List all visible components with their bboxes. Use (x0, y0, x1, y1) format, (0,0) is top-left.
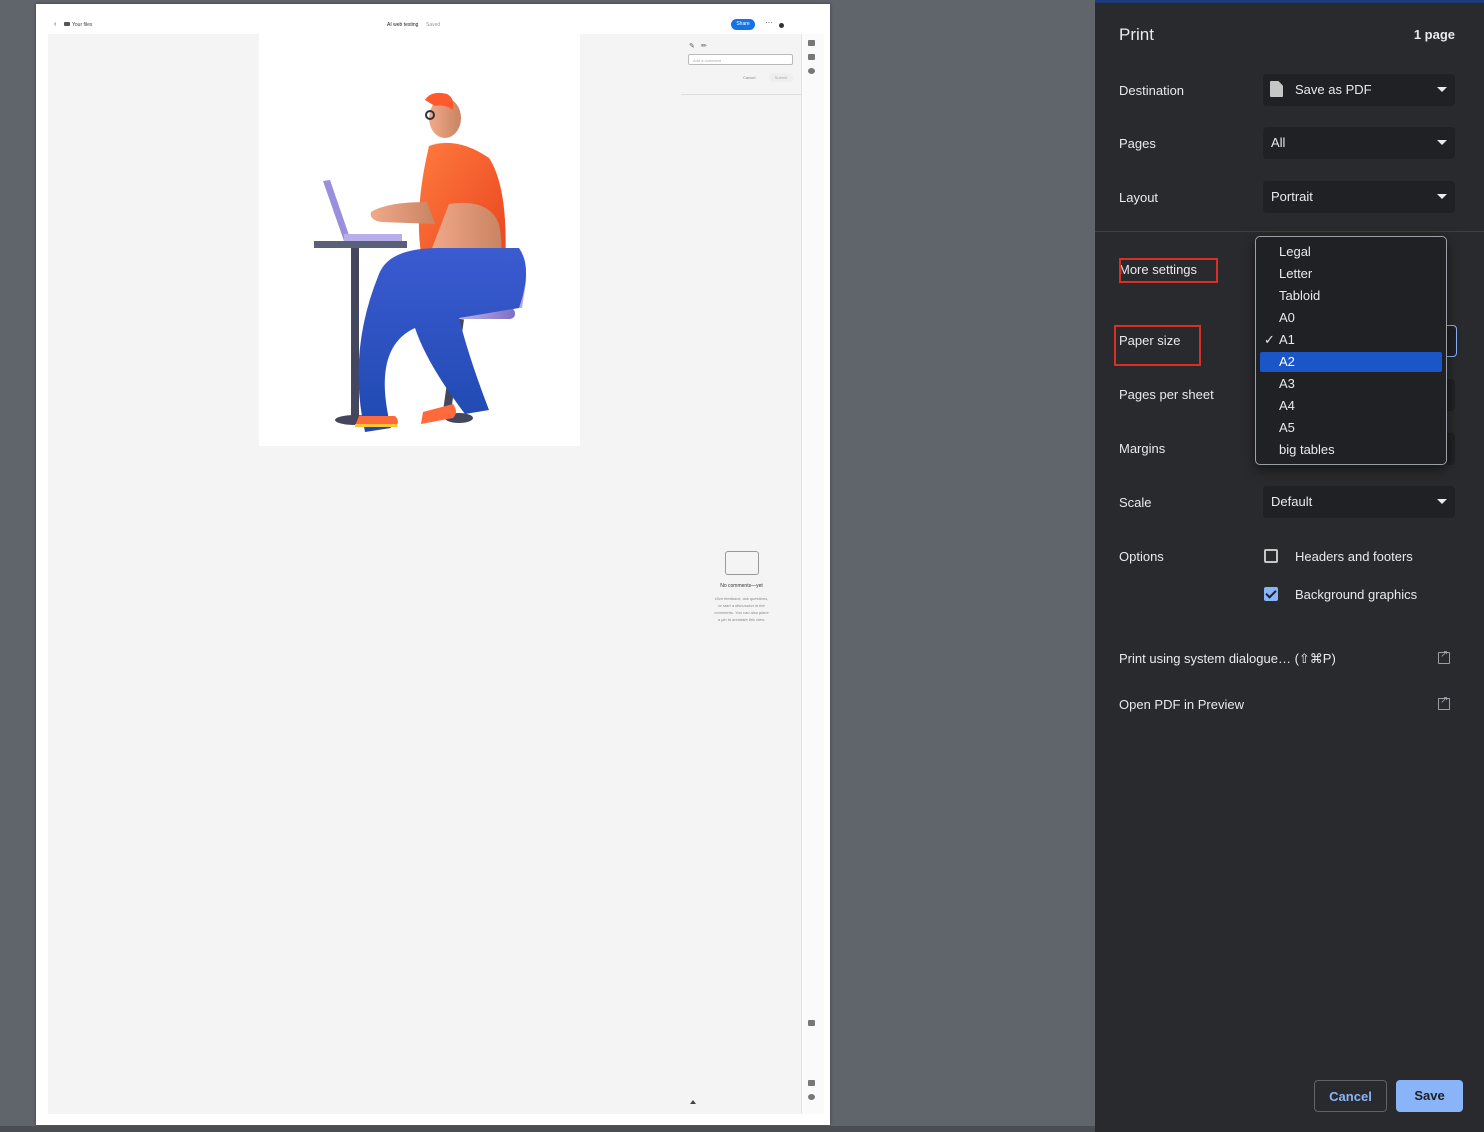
layout-label: Layout (1119, 190, 1159, 205)
pages-per-sheet-label: Pages per sheet (1119, 387, 1214, 402)
open-pdf-link[interactable]: Open PDF in Preview (1119, 697, 1244, 712)
paper-option-label: A1 (1279, 332, 1295, 347)
settings-divider (1095, 231, 1484, 232)
scale-select[interactable]: Default (1263, 486, 1455, 518)
paper-option-label: Tabloid (1279, 288, 1321, 303)
pages-label: Pages (1119, 136, 1156, 151)
paper-option-label: big tables (1279, 442, 1335, 457)
window-bottom-strip (0, 1126, 1095, 1132)
pages-value: All (1271, 135, 1286, 150)
zoom-icon (808, 1094, 815, 1100)
paper-option-label: A2 (1279, 354, 1295, 369)
destination-label: Destination (1119, 83, 1185, 98)
background-graphics-checkbox[interactable] (1264, 587, 1278, 601)
paper-option-a5[interactable]: A5 (1260, 418, 1442, 438)
paper-option-label: A5 (1279, 420, 1295, 435)
info-icon (808, 68, 815, 74)
paper-option-a4[interactable]: A4 (1260, 396, 1442, 416)
person-at-laptop-illustration (314, 92, 527, 432)
paper-option-legal[interactable]: Legal (1260, 242, 1442, 262)
paper-option-label: Letter (1279, 266, 1313, 281)
layout-value: Portrait (1271, 189, 1313, 204)
checkmark-icon: ✓ (1264, 332, 1275, 347)
pen-icon: ✏ (701, 43, 707, 50)
system-dialogue-link[interactable]: Print using system dialogue… (⇧⌘P) (1119, 651, 1336, 667)
panel-top-border (1095, 0, 1484, 3)
folder-icon (64, 22, 70, 26)
pages-select[interactable]: All (1263, 127, 1455, 159)
external-link-icon[interactable] (1438, 649, 1450, 664)
preview-no-comments: No comments—yet Give feedback, ask quest… (714, 551, 769, 623)
comment-icon (808, 40, 815, 46)
fit-icon (808, 1080, 815, 1086)
print-settings-panel: Print 1 page Destination Save as PDF Pag… (1095, 0, 1484, 1132)
paper-option-a3[interactable]: A3 (1260, 374, 1442, 394)
external-link-icon[interactable] (1438, 695, 1450, 710)
paper-option-big-tables[interactable]: big tables (1260, 440, 1442, 460)
paper-option-label: Legal (1279, 244, 1311, 259)
preview-files-link: Your files (72, 22, 93, 28)
preview-autosave-status: Saved (426, 22, 441, 28)
no-comments-title: No comments—yet (720, 583, 763, 589)
no-comments-description: Give feedback, ask questions, or start a… (714, 596, 769, 622)
page-count: 1 page (1413, 27, 1455, 42)
destination-value: Save as PDF (1295, 82, 1372, 97)
preview-comment-submit: Submit (769, 73, 793, 82)
chevron-down-icon (1437, 194, 1447, 199)
paper-option-a0[interactable]: A0 (1260, 308, 1442, 328)
scale-value: Default (1271, 494, 1313, 509)
caret-up-icon (690, 1100, 696, 1104)
scale-label: Scale (1119, 495, 1152, 510)
background-graphics-label[interactable]: Background graphics (1295, 587, 1417, 602)
preview-comments-panel: ✎ ✏ Add a comment Cancel Submit (681, 34, 801, 95)
comments-empty-icon (724, 551, 759, 575)
document-icon (808, 54, 815, 60)
preview-share-button: Share (731, 19, 755, 30)
paper-size-dropdown: Legal Letter Tabloid A0 ✓ A1 A2 A3 A4 A5 … (1255, 236, 1447, 465)
zoom-in-icon (808, 1020, 815, 1026)
paper-option-letter[interactable]: Letter (1260, 264, 1442, 284)
paper-option-label: A3 (1279, 376, 1295, 391)
paper-option-a1[interactable]: ✓ A1 (1260, 330, 1442, 350)
print-title: Print (1119, 25, 1154, 44)
help-icon (779, 23, 784, 28)
paper-option-tabloid[interactable]: Tabloid (1260, 286, 1442, 306)
save-button[interactable]: Save (1396, 1080, 1463, 1112)
preview-right-rail (801, 34, 824, 1114)
margins-label: Margins (1119, 441, 1166, 456)
preview-doc-title: AI web testing (387, 22, 419, 28)
back-icon: ‹ (54, 21, 57, 28)
cancel-button[interactable]: Cancel (1314, 1080, 1387, 1112)
chevron-down-icon (1437, 140, 1447, 145)
paper-option-a2[interactable]: A2 (1260, 352, 1442, 372)
paper-option-label: A4 (1279, 398, 1295, 413)
pdf-file-icon (1270, 81, 1283, 97)
layout-select[interactable]: Portrait (1263, 181, 1455, 213)
more-settings-annotation (1119, 258, 1218, 283)
chevron-down-icon (1437, 499, 1447, 504)
print-preview-page: ‹ Your files AI web testing Saved Share … (36, 4, 830, 1125)
paper-option-label: A0 (1279, 310, 1295, 325)
pin-icon: ✎ (689, 43, 695, 50)
chevron-down-icon (1437, 87, 1447, 92)
destination-select[interactable]: Save as PDF (1263, 74, 1455, 106)
preview-canvas (48, 34, 801, 1114)
preview-artboard (259, 34, 580, 446)
preview-comment-cancel: Cancel (743, 75, 756, 80)
preview-comment-input: Add a comment (688, 54, 793, 65)
more-icon: ··· (765, 18, 773, 27)
paper-size-annotation (1114, 325, 1201, 366)
headers-footers-checkbox[interactable] (1264, 549, 1278, 563)
headers-footers-label[interactable]: Headers and footers (1295, 549, 1413, 564)
options-label: Options (1119, 549, 1164, 564)
